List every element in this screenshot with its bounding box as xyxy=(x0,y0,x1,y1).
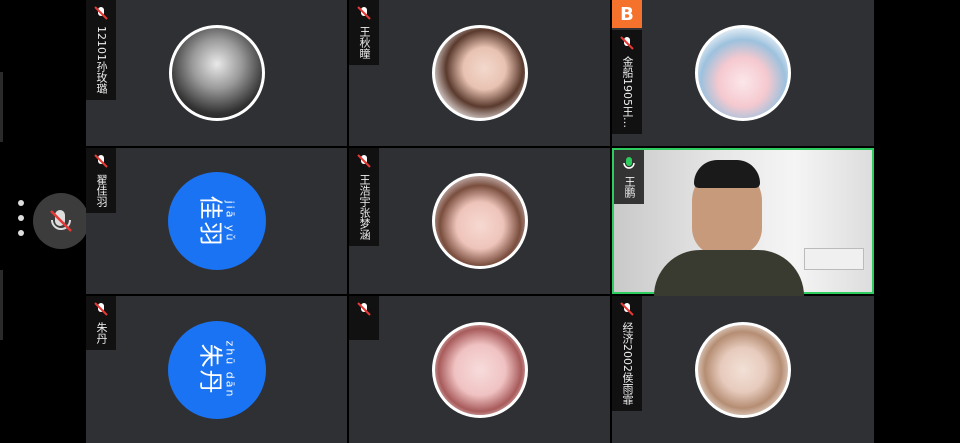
microphone-muted-icon xyxy=(357,6,371,20)
speaker-shirt xyxy=(654,250,804,296)
nameplate: 王浩宇张梦涵 xyxy=(349,148,379,246)
nameplate: 金船1905王… xyxy=(612,30,642,134)
microphone-muted-icon xyxy=(620,302,634,316)
participant-tile[interactable] xyxy=(349,296,610,443)
nameplate: 朱丹 xyxy=(86,296,116,350)
microphone-muted-icon xyxy=(94,302,108,316)
participant-tile[interactable]: 12101孙玫璐 xyxy=(86,0,347,146)
microphone-muted-icon xyxy=(94,6,108,20)
photo-avatar xyxy=(168,25,265,121)
divider xyxy=(0,72,3,142)
nameplate xyxy=(349,296,379,340)
initials-avatar: zhū dān 朱丹 xyxy=(167,320,266,419)
nameplate: 王鹏 xyxy=(614,150,644,204)
avatar-text: 朱丹 xyxy=(195,343,224,396)
participant-tile[interactable]: B 金船1905王… xyxy=(612,0,874,146)
participant-name: 王秋瞳 xyxy=(358,26,371,59)
participant-tile[interactable]: 王浩宇张梦涵 xyxy=(349,148,610,294)
microphone-muted-icon xyxy=(50,210,72,232)
microphone-muted-icon xyxy=(357,154,371,168)
participant-tile[interactable]: 经济2002侯雨霏 xyxy=(612,296,874,443)
avatar-text: 佳羽 xyxy=(196,195,224,247)
speaker-hair xyxy=(694,160,760,188)
participant-tile[interactable]: 朱丹 zhū dān 朱丹 xyxy=(86,296,347,443)
mute-toggle-button[interactable] xyxy=(33,193,89,249)
air-conditioner xyxy=(804,248,864,270)
participant-name: 金船1905王… xyxy=(621,56,634,128)
nameplate: 12101孙玫璐 xyxy=(86,0,116,100)
photo-avatar xyxy=(431,25,528,121)
microphone-muted-icon xyxy=(620,36,634,50)
nameplate: 翟佳羽 xyxy=(86,148,116,213)
initials-avatar: jiā yǔ 佳羽 xyxy=(167,172,266,270)
nameplate: 经济2002侯雨霏 xyxy=(612,296,642,411)
nameplate: 王秋瞳 xyxy=(349,0,379,65)
app-badge-icon: B xyxy=(612,0,642,28)
microphone-muted-icon xyxy=(94,154,108,168)
participant-name: 经济2002侯雨霏 xyxy=(621,322,634,405)
microphone-muted-icon xyxy=(357,302,371,316)
more-vertical-icon[interactable] xyxy=(18,200,26,245)
microphone-active-icon xyxy=(623,157,635,169)
avatar-pinyin: zhū dān xyxy=(222,340,236,399)
participant-name: 王鹏 xyxy=(623,176,636,198)
participant-grid: 12101孙玫璐 王秋瞳 B 金船1905王… 翟佳羽 jiā yǔ 佳羽 王浩… xyxy=(86,0,874,443)
photo-avatar xyxy=(695,321,791,418)
participant-name: 王浩宇张梦涵 xyxy=(358,174,371,240)
participant-tile[interactable]: 王秋瞳 xyxy=(349,0,610,146)
cartoon-avatar xyxy=(431,321,528,418)
participant-name: 翟佳羽 xyxy=(95,174,108,207)
divider xyxy=(0,270,3,340)
photo-avatar xyxy=(431,173,528,269)
cartoon-avatar xyxy=(695,25,791,121)
participant-name: 朱丹 xyxy=(95,322,108,344)
side-control-bar xyxy=(0,0,89,443)
participant-name: 12101孙玫璐 xyxy=(95,26,108,94)
participant-tile[interactable]: 翟佳羽 jiā yǔ 佳羽 xyxy=(86,148,347,294)
avatar-pinyin: jiā yǔ xyxy=(223,200,236,242)
participant-tile-active-speaker[interactable]: 王鹏 xyxy=(612,148,874,296)
